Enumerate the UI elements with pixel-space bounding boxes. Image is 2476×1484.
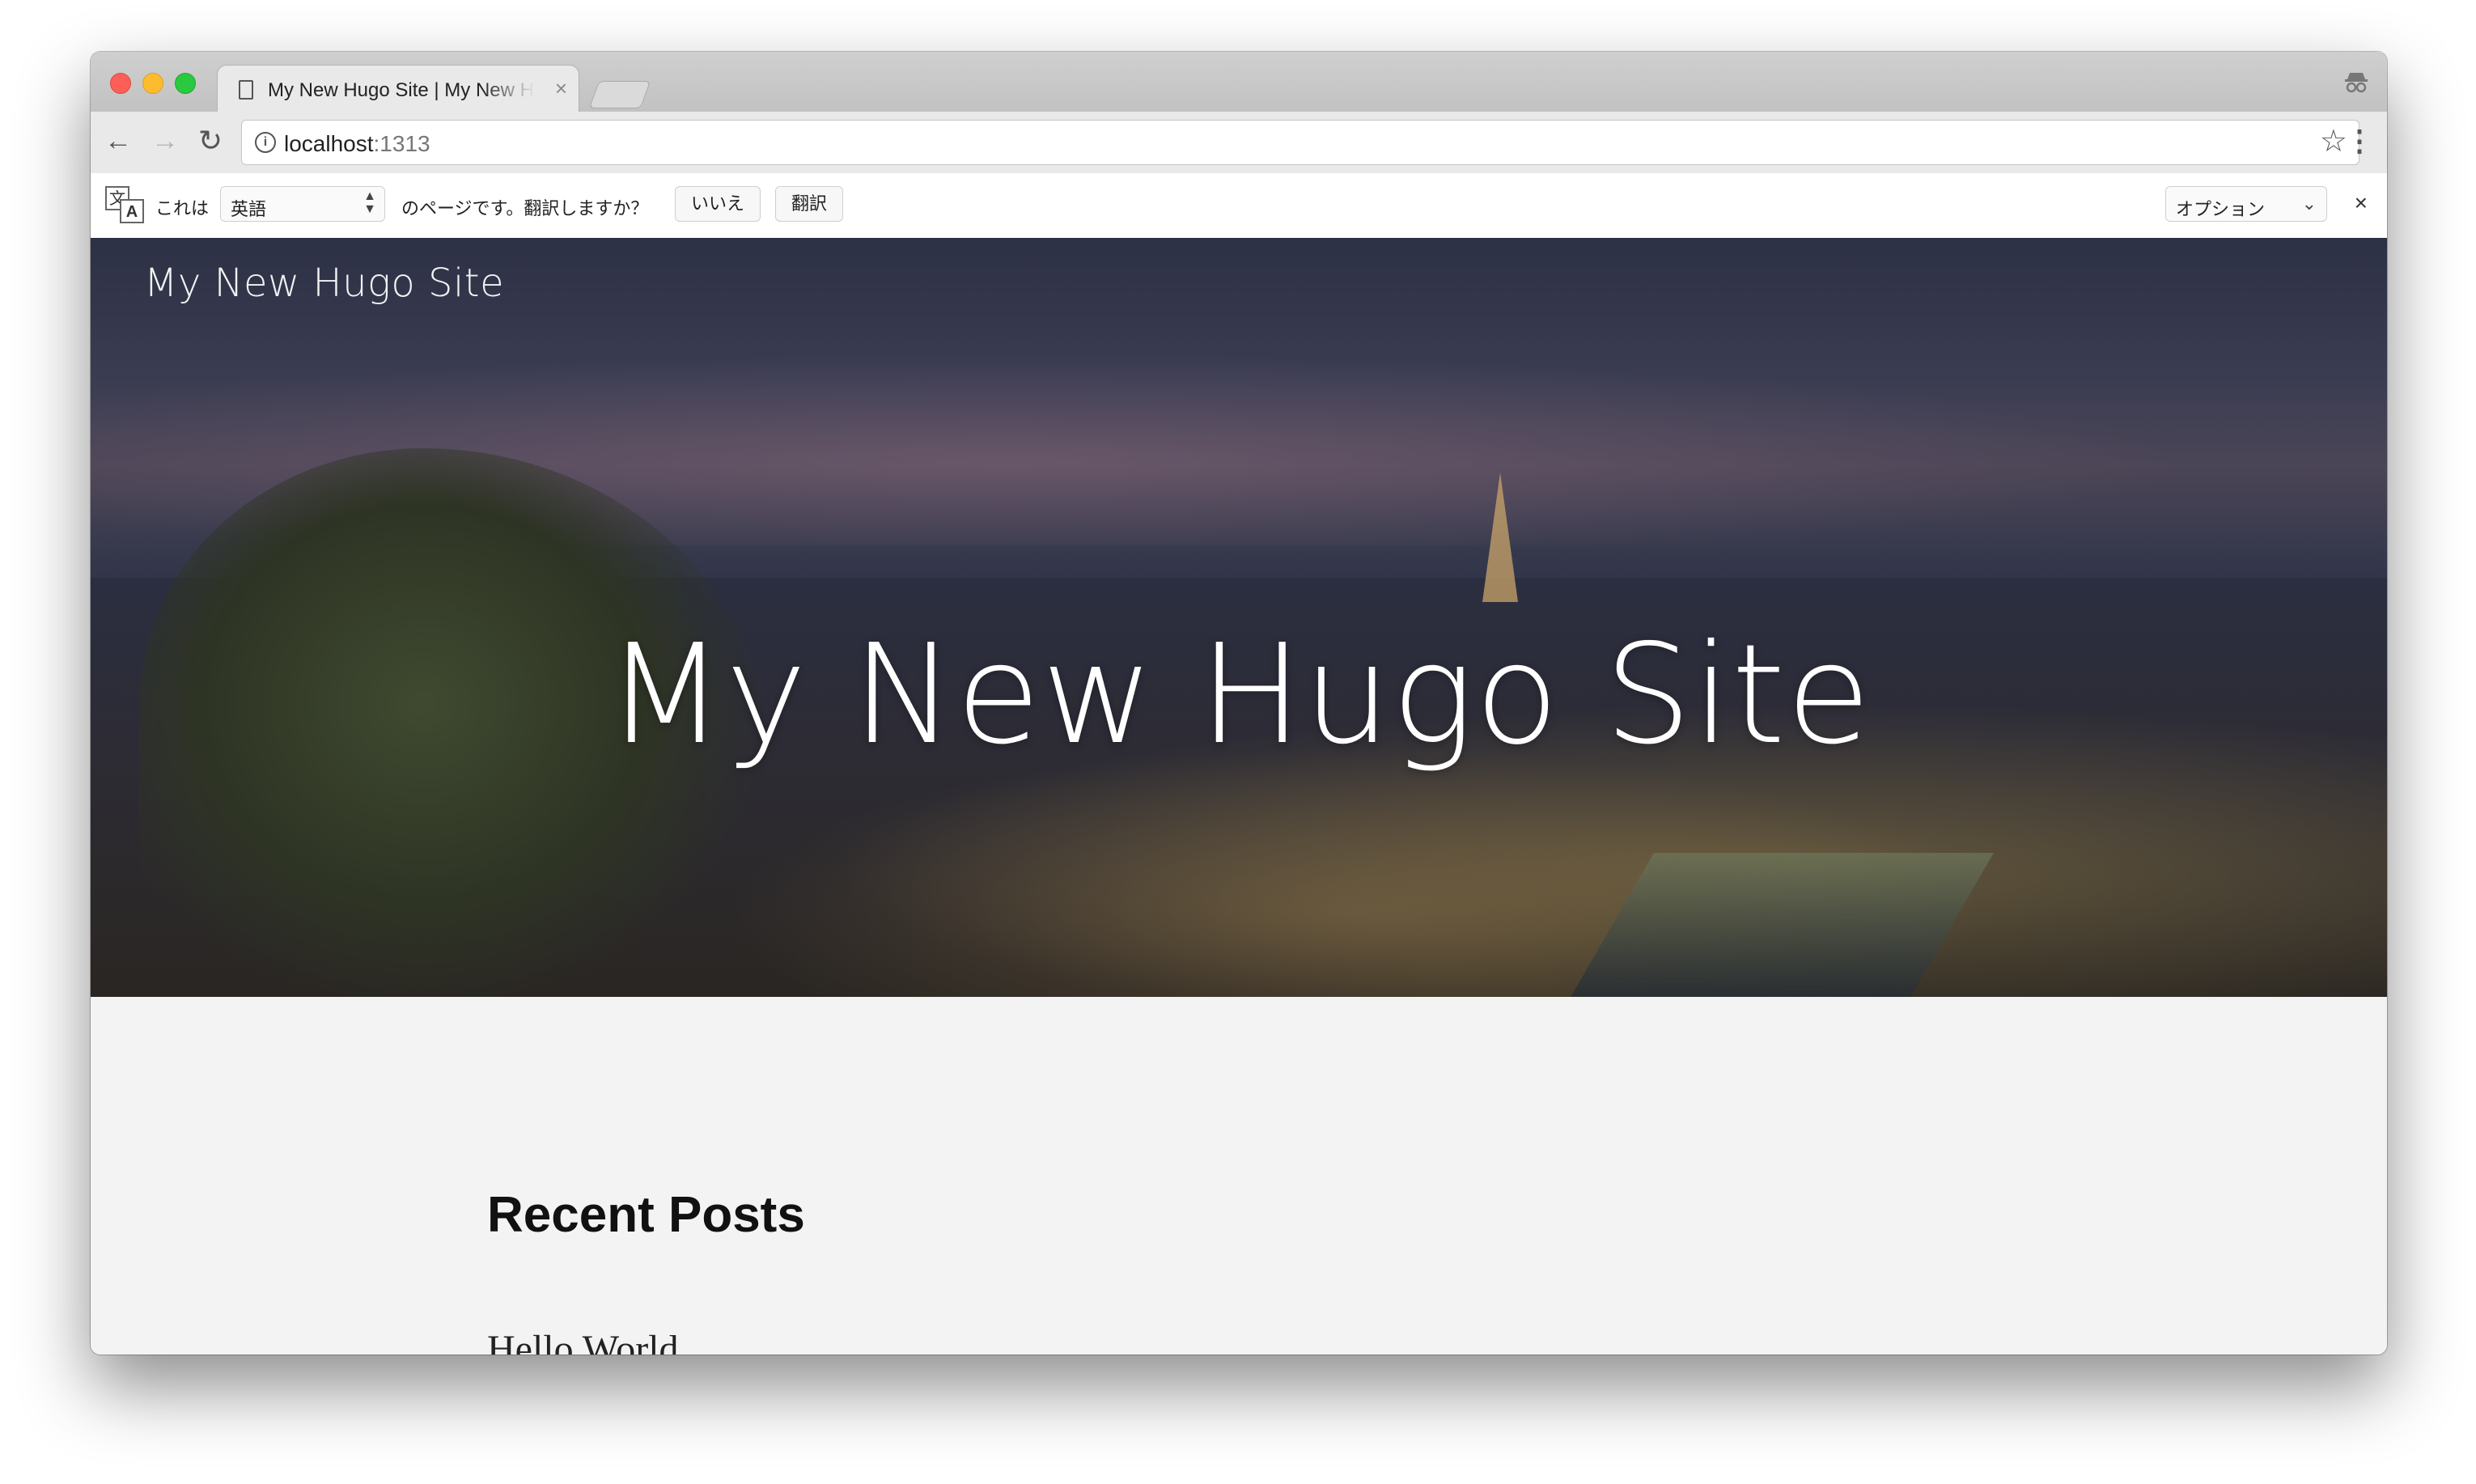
hero-title: My New Hugo Site	[605, 615, 1872, 775]
zoom-window-button[interactable]	[175, 73, 196, 94]
post-link[interactable]: Hello World	[487, 1327, 679, 1355]
browser-toolbar: ← → ↻ i localhost:1313 ☆ ⋮	[91, 112, 2387, 174]
chevron-down-icon: ⌄	[2301, 193, 2317, 214]
kebab-menu-icon[interactable]: ⋮	[2345, 125, 2374, 157]
tab-active[interactable]: My New Hugo Site | My New Hugo Site ×	[217, 65, 579, 112]
hero-banner: My New Hugo Site My New Hugo Site	[91, 238, 2387, 997]
tab-close-icon[interactable]: ×	[555, 78, 567, 99]
url-port: :1313	[373, 131, 430, 156]
bookmark-star-icon[interactable]: ☆	[2320, 125, 2347, 158]
translate-button[interactable]: 翻訳	[775, 186, 843, 222]
eiffel-tower-shape	[1482, 473, 1518, 602]
main-content: Recent Posts Hello World	[91, 997, 2387, 1355]
language-select-value: 英語	[231, 199, 267, 219]
recent-posts-heading: Recent Posts	[487, 1187, 805, 1243]
site-brand-link[interactable]: My New Hugo Site	[144, 261, 504, 306]
language-select[interactable]: 英語 ▲ ▼	[220, 186, 385, 222]
tab-strip: My New Hugo Site | My New Hugo Site ×	[91, 52, 2387, 112]
address-bar[interactable]: i localhost:1313 ☆	[241, 120, 2359, 165]
info-icon[interactable]: i	[255, 132, 276, 153]
incognito-icon	[2345, 73, 2368, 93]
page-icon	[239, 80, 253, 100]
no-translate-button[interactable]: いいえ	[675, 186, 761, 222]
close-window-button[interactable]	[110, 73, 131, 94]
translate-icon: 文 A	[105, 186, 144, 225]
new-tab-button[interactable]	[588, 81, 651, 108]
options-select[interactable]: オプション ⌄	[2165, 186, 2327, 222]
url-host: localhost	[284, 131, 374, 156]
tab-title: My New Hugo Site | My New Hugo Site	[268, 79, 535, 101]
translate-prefix: これは	[155, 198, 210, 218]
select-arrows-icon: ▲ ▼	[363, 189, 376, 216]
url-text[interactable]: localhost:1313	[284, 131, 430, 157]
reload-icon[interactable]: ↻	[194, 125, 227, 157]
back-arrow-icon[interactable]: ←	[102, 125, 134, 157]
translate-question: のページです。翻訳しますか？	[401, 198, 649, 218]
options-select-value: オプション	[2176, 199, 2266, 219]
translate-bar: 文 A これは 英語 ▲ ▼ のページです。翻訳しますか？ いいえ 翻訳 オプショ…	[91, 173, 2387, 239]
translate-bar-close-icon[interactable]: ×	[2355, 191, 2368, 215]
browser-window: My New Hugo Site | My New Hugo Site × ← …	[91, 52, 2387, 1355]
minimize-window-button[interactable]	[142, 73, 163, 94]
forward-arrow-icon[interactable]: →	[149, 125, 181, 157]
